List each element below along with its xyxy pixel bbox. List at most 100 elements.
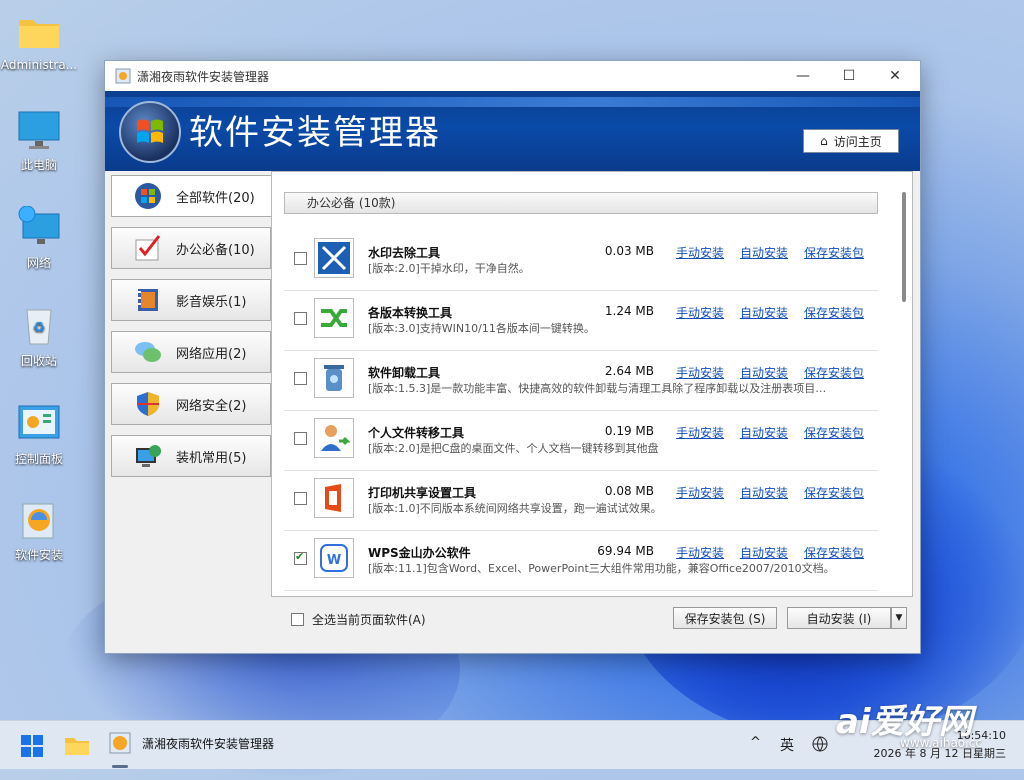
windows-start-icon xyxy=(21,735,43,757)
save-package-link[interactable]: 保存安装包 xyxy=(804,544,864,561)
item-checkbox[interactable] xyxy=(294,492,307,505)
taskbar-app-label: 潇湘夜雨软件安装管理器 xyxy=(142,736,275,751)
manual-install-link[interactable]: 手动安装 xyxy=(676,484,724,501)
desktop-icon-this-pc[interactable]: 此电脑 xyxy=(0,108,78,173)
file-explorer-button[interactable] xyxy=(64,733,90,760)
software-size: 0.19 MB xyxy=(604,424,654,438)
pen-check-icon xyxy=(134,234,162,262)
auto-install-link[interactable]: 自动安装 xyxy=(740,244,788,261)
list-item: 个人文件转移工具 0.19 MB 手动安装 自动安装 保存安装包 [版本:2.0… xyxy=(284,410,878,471)
recycle-bin-icon: ♻ xyxy=(17,304,61,348)
scrollbar-thumb[interactable] xyxy=(902,192,906,302)
office-icon xyxy=(314,478,354,518)
desktop-icon-label: 回收站 xyxy=(20,354,57,368)
auto-install-link[interactable]: 自动安装 xyxy=(740,304,788,321)
select-all-row[interactable]: 全选当前页面软件(A) xyxy=(291,611,426,628)
manual-install-link[interactable]: 手动安装 xyxy=(676,304,724,321)
ime-indicator[interactable]: 英 xyxy=(780,735,794,755)
app-window: 潇湘夜雨软件安装管理器 — ☐ ✕ 软件安装管理器 ⌂ 访问主页 全部软件(20… xyxy=(104,60,921,654)
svg-text:♻: ♻ xyxy=(33,320,46,336)
sidebar-item-security[interactable]: 网络安全(2) xyxy=(111,383,271,425)
installer-icon xyxy=(109,732,131,754)
save-package-link[interactable]: 保存安装包 xyxy=(804,364,864,381)
windows-logo-icon xyxy=(119,101,181,163)
shield-icon xyxy=(134,390,162,418)
window-title: 潇湘夜雨软件安装管理器 xyxy=(137,69,270,84)
window-body: 全部软件(20) 办公必备(10) 影音娱乐(1) 网络应用(2) 网络安全(2… xyxy=(105,171,920,653)
software-size: 1.24 MB xyxy=(604,304,654,318)
auto-install-link[interactable]: 自动安装 xyxy=(740,364,788,381)
select-all-label: 全选当前页面软件(A) xyxy=(312,613,426,627)
desktop-icon-network[interactable]: 网络 xyxy=(0,205,78,271)
software-name: 水印去除工具 xyxy=(368,246,441,260)
shuffle-arrows-icon xyxy=(314,298,354,338)
group-header: 办公必备 (10款) xyxy=(284,192,878,214)
network-tray-icon[interactable] xyxy=(812,736,828,755)
sidebar-item-essentials[interactable]: 装机常用(5) xyxy=(111,435,271,477)
software-name: 个人文件转移工具 xyxy=(368,426,465,440)
svg-text:W: W xyxy=(327,553,341,568)
visit-homepage-button[interactable]: ⌂ 访问主页 xyxy=(803,129,899,153)
auto-install-link[interactable]: 自动安装 xyxy=(740,544,788,561)
item-checkbox-checked[interactable] xyxy=(294,550,307,565)
sidebar-item-label: 网络安全(2) xyxy=(176,398,247,414)
software-name: 各版本转换工具 xyxy=(368,306,453,320)
minimize-button[interactable]: — xyxy=(780,61,826,91)
auto-install-button[interactable]: 自动安装 (I) xyxy=(787,607,891,629)
sidebar-item-label: 网络应用(2) xyxy=(176,346,247,362)
sidebar-item-all[interactable]: 全部软件(20) xyxy=(111,175,271,217)
banner-title: 软件安装管理器 xyxy=(189,113,441,153)
window-titlebar[interactable]: 潇湘夜雨软件安装管理器 — ☐ ✕ xyxy=(105,61,920,91)
manual-install-link[interactable]: 手动安装 xyxy=(676,424,724,441)
auto-install-link[interactable]: 自动安装 xyxy=(740,484,788,501)
installer-icon xyxy=(17,498,61,542)
save-package-button[interactable]: 保存安装包 (S) xyxy=(673,607,777,629)
list-item: 打印机共享设置工具 0.08 MB 手动安装 自动安装 保存安装包 [版本:1.… xyxy=(284,470,878,531)
sidebar-item-label: 装机常用(5) xyxy=(176,450,247,466)
sidebar-item-network-apps[interactable]: 网络应用(2) xyxy=(111,331,271,373)
desktop-icon-recycle-bin[interactable]: ♻ 回收站 xyxy=(0,304,78,369)
app-small-icon xyxy=(115,68,131,84)
save-package-link[interactable]: 保存安装包 xyxy=(804,304,864,321)
sidebar-item-office[interactable]: 办公必备(10) xyxy=(111,227,271,269)
save-package-link[interactable]: 保存安装包 xyxy=(804,484,864,501)
visit-homepage-label: 访问主页 xyxy=(833,134,882,149)
desktop-icon-label: 此电脑 xyxy=(20,158,57,172)
list-item: 各版本转换工具 1.24 MB 手动安装 自动安装 保存安装包 [版本:3.0]… xyxy=(284,290,878,351)
sidebar-item-media[interactable]: 影音娱乐(1) xyxy=(111,279,271,321)
software-list-panel: 办公必备 (10款) 水印去除工具 0.03 MB 手动安装 自动安装 保存安装… xyxy=(271,171,913,597)
taskbar-app-installer[interactable]: 潇湘夜雨软件安装管理器 xyxy=(108,731,274,755)
home-icon: ⌂ xyxy=(820,134,828,148)
software-description: [版本:1.0]不同版本系统间网络共享设置，跑一遍试试效果。 xyxy=(368,502,662,515)
desktop-icon-control-panel[interactable]: 控制面板 xyxy=(0,402,78,467)
maximize-button[interactable]: ☐ xyxy=(826,61,872,91)
sidebar-item-label: 全部软件(20) xyxy=(176,190,255,206)
watermark-url: www.aihao.cc xyxy=(900,736,982,750)
manual-install-link[interactable]: 手动安装 xyxy=(676,244,724,261)
software-description: [版本:2.0]是把C盘的桌面文件、个人文档一键转移到其他盘 xyxy=(368,442,659,455)
folder-icon xyxy=(17,10,61,54)
desktop-icon-label: 控制面板 xyxy=(14,452,63,466)
software-size: 2.64 MB xyxy=(604,364,654,378)
desktop-icon-admin-folder[interactable]: Administra... xyxy=(0,10,78,72)
app-banner: 软件安装管理器 xyxy=(105,91,920,171)
item-checkbox[interactable] xyxy=(294,312,307,325)
software-size: 0.03 MB xyxy=(604,244,654,258)
install-options-dropdown[interactable]: ▼ xyxy=(891,607,907,629)
item-checkbox[interactable] xyxy=(294,252,307,265)
save-package-link[interactable]: 保存安装包 xyxy=(804,424,864,441)
desktop-icon-software-install[interactable]: 软件安装 xyxy=(0,498,78,563)
tray-overflow-button[interactable]: ^ xyxy=(750,735,761,750)
close-button[interactable]: ✕ xyxy=(872,61,918,91)
software-name: 软件卸载工具 xyxy=(368,366,441,380)
item-checkbox[interactable] xyxy=(294,432,307,445)
wps-icon: W xyxy=(314,538,354,578)
manual-install-link[interactable]: 手动安装 xyxy=(676,544,724,561)
select-all-checkbox[interactable] xyxy=(291,613,304,626)
save-package-link[interactable]: 保存安装包 xyxy=(804,244,864,261)
start-button[interactable] xyxy=(20,734,44,761)
manual-install-link[interactable]: 手动安装 xyxy=(676,364,724,381)
desktop-icon-label: 网络 xyxy=(26,256,51,270)
item-checkbox[interactable] xyxy=(294,372,307,385)
auto-install-link[interactable]: 自动安装 xyxy=(740,424,788,441)
